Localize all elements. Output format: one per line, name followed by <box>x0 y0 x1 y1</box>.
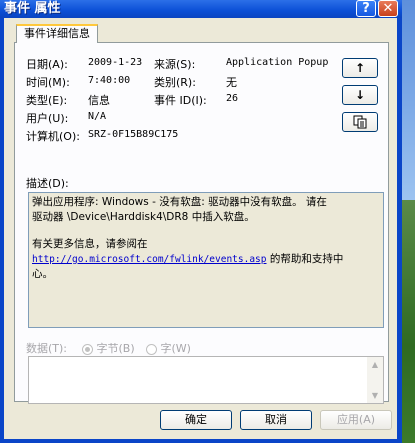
event-properties-dialog: 事件 属性 ? ✕ 事件详细信息 日期(A): 2009-1-23 来源(S):… <box>0 0 402 443</box>
radio-unselected-icon <box>146 343 157 355</box>
description-line: 驱动器 \Device\Harddisk4\DR8 中插入软盘。 <box>32 211 255 223</box>
data-label: 数据(T): <box>26 342 68 355</box>
source-label: 来源(S): <box>154 58 196 71</box>
apply-button[interactable]: 应用(A) <box>320 410 392 430</box>
description-label: 描述(D): <box>26 177 69 190</box>
description-line: 有关更多信息，请参阅在 <box>32 238 148 250</box>
time-value: 7:40:00 <box>88 75 131 86</box>
dialog-client-area: 事件详细信息 日期(A): 2009-1-23 来源(S): Applicati… <box>4 18 397 439</box>
type-value: 信息 <box>88 94 110 107</box>
bytes-radio-label: 字节(B) <box>96 342 135 355</box>
previous-event-button[interactable]: ↑ <box>342 58 378 78</box>
date-label: 日期(A): <box>26 58 68 71</box>
source-value: Application Popup <box>226 57 329 68</box>
computer-label: 计算机(O): <box>26 130 80 143</box>
description-textbox[interactable]: 弹出应用程序: Windows - 没有软盘: 驱动器中没有软盘。 请在 驱动器… <box>28 192 384 328</box>
tab-event-details[interactable]: 事件详细信息 <box>16 24 98 43</box>
next-event-button[interactable]: ↓ <box>342 85 378 105</box>
data-textbox[interactable]: ▲ ▼ <box>28 356 384 404</box>
down-arrow-icon: ↓ <box>354 88 366 102</box>
event-id-label: 事件 ID(I): <box>154 94 207 107</box>
desktop-background-lower <box>402 200 415 443</box>
copy-button[interactable] <box>342 112 378 132</box>
scroll-down-icon[interactable]: ▼ <box>367 388 383 403</box>
radio-selected-icon <box>82 343 93 355</box>
up-arrow-icon: ↑ <box>354 61 366 75</box>
title-bar[interactable]: 事件 属性 ? ✕ <box>0 0 402 18</box>
copy-icon <box>353 115 367 129</box>
type-label: 类型(E): <box>26 94 68 107</box>
vertical-scrollbar[interactable]: ▲ ▼ <box>367 357 383 403</box>
description-link-suffix: 的帮助和支持中 <box>269 253 344 265</box>
event-id-value: 26 <box>226 93 239 104</box>
category-value: 无 <box>226 76 237 89</box>
description-line: 心。 <box>32 268 53 280</box>
words-radio[interactable]: 字(W) <box>146 340 191 356</box>
ok-button[interactable]: 确定 <box>160 410 232 430</box>
bytes-radio[interactable]: 字节(B) <box>82 340 135 356</box>
category-label: 类别(R): <box>154 76 196 89</box>
description-link-line: http://go.microsoft.com/fwlink/events.as… <box>32 252 380 267</box>
help-link[interactable]: http://go.microsoft.com/fwlink/events.as… <box>32 254 267 265</box>
cancel-button[interactable]: 取消 <box>240 410 312 430</box>
desktop-background <box>402 0 415 200</box>
close-button[interactable]: ✕ <box>378 0 398 17</box>
computer-value: SRZ-0F15B89C175 <box>88 129 179 140</box>
scroll-up-icon[interactable]: ▲ <box>367 357 383 372</box>
time-label: 时间(M): <box>26 76 70 89</box>
description-line: 弹出应用程序: Windows - 没有软盘: 驱动器中没有软盘。 请在 <box>32 196 327 208</box>
date-value: 2009-1-23 <box>88 57 143 68</box>
user-label: 用户(U): <box>26 112 69 125</box>
window-title: 事件 属性 <box>4 1 61 16</box>
words-radio-label: 字(W) <box>160 342 191 355</box>
user-value: N/A <box>88 111 107 122</box>
help-button[interactable]: ? <box>356 0 376 17</box>
